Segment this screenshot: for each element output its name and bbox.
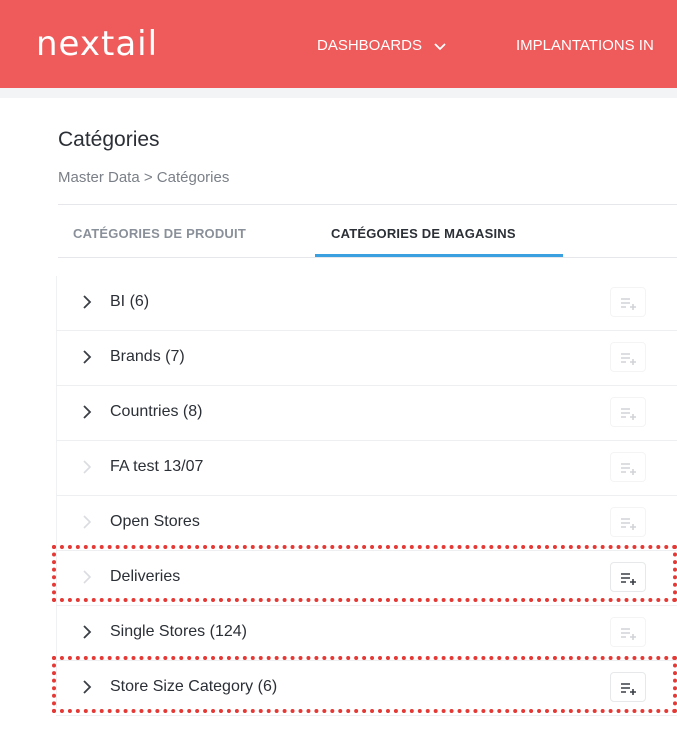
category-label: BI (6) <box>110 293 150 310</box>
add-subcategory-button[interactable] <box>610 397 646 427</box>
tab-store-categories[interactable]: CATÉGORIES DE MAGASINS <box>331 226 516 241</box>
list-item[interactable]: Store Size Category (6) <box>56 661 677 716</box>
category-label: Brands (7) <box>110 348 185 365</box>
add-subcategory-button[interactable] <box>610 562 646 592</box>
chevron-right-icon <box>78 513 96 531</box>
list-item[interactable]: Deliveries <box>56 551 677 606</box>
list-item[interactable]: Open Stores <box>56 496 677 551</box>
tabs-divider <box>58 257 677 258</box>
chevron-right-icon[interactable] <box>78 348 96 366</box>
chevron-right-icon[interactable] <box>78 623 96 641</box>
header-shadow-band <box>0 88 677 98</box>
chevron-right-icon[interactable] <box>78 403 96 421</box>
nav-dashboards-label: DASHBOARDS <box>317 37 423 54</box>
add-subcategory-button[interactable] <box>610 507 646 537</box>
category-list: BI (6) Brands (7) Countries (8) FA test … <box>56 276 677 716</box>
chevron-right-icon <box>78 568 96 586</box>
add-subcategory-button[interactable] <box>610 342 646 372</box>
chevron-right-icon[interactable] <box>78 678 96 696</box>
nav-implantations[interactable]: IMPLANTATIONS IN <box>516 37 677 54</box>
nav-implantations-label: IMPLANTATIONS IN <box>516 37 654 54</box>
list-item[interactable]: Single Stores (124) <box>56 606 677 661</box>
nav-dashboards[interactable]: DASHBOARDS <box>317 37 446 55</box>
list-item[interactable]: Countries (8) <box>56 386 677 441</box>
breadcrumb[interactable]: Master Data > Catégories <box>58 169 229 186</box>
list-item[interactable]: FA test 13/07 <box>56 441 677 496</box>
add-subcategory-icon <box>621 463 636 475</box>
chevron-right-icon <box>78 458 96 476</box>
add-subcategory-icon <box>621 298 636 310</box>
add-subcategory-icon <box>621 683 636 695</box>
category-label: FA test 13/07 <box>110 458 204 475</box>
top-navbar: nextail DASHBOARDS IMPLANTATIONS IN <box>0 0 677 88</box>
category-label: Open Stores <box>110 513 200 530</box>
divider <box>58 204 677 205</box>
page-title: Catégories <box>58 128 160 151</box>
category-label: Countries (8) <box>110 403 203 420</box>
add-subcategory-button[interactable] <box>610 672 646 702</box>
chevron-right-icon[interactable] <box>78 293 96 311</box>
add-subcategory-icon <box>621 573 636 585</box>
chevron-down-icon <box>434 38 446 55</box>
add-subcategory-button[interactable] <box>610 287 646 317</box>
list-item[interactable]: Brands (7) <box>56 331 677 386</box>
tab-product-categories[interactable]: CATÉGORIES DE PRODUIT <box>73 226 246 241</box>
add-subcategory-button[interactable] <box>610 617 646 647</box>
category-label: Store Size Category (6) <box>110 678 278 695</box>
add-subcategory-icon <box>621 518 636 530</box>
nextail-logo[interactable]: nextail <box>36 24 158 64</box>
add-subcategory-icon <box>621 628 636 640</box>
category-label: Deliveries <box>110 568 181 585</box>
list-item[interactable]: BI (6) <box>56 276 677 331</box>
add-subcategory-icon <box>621 408 636 420</box>
add-subcategory-button[interactable] <box>610 452 646 482</box>
add-subcategory-icon <box>621 353 636 365</box>
category-label: Single Stores (124) <box>110 623 247 640</box>
